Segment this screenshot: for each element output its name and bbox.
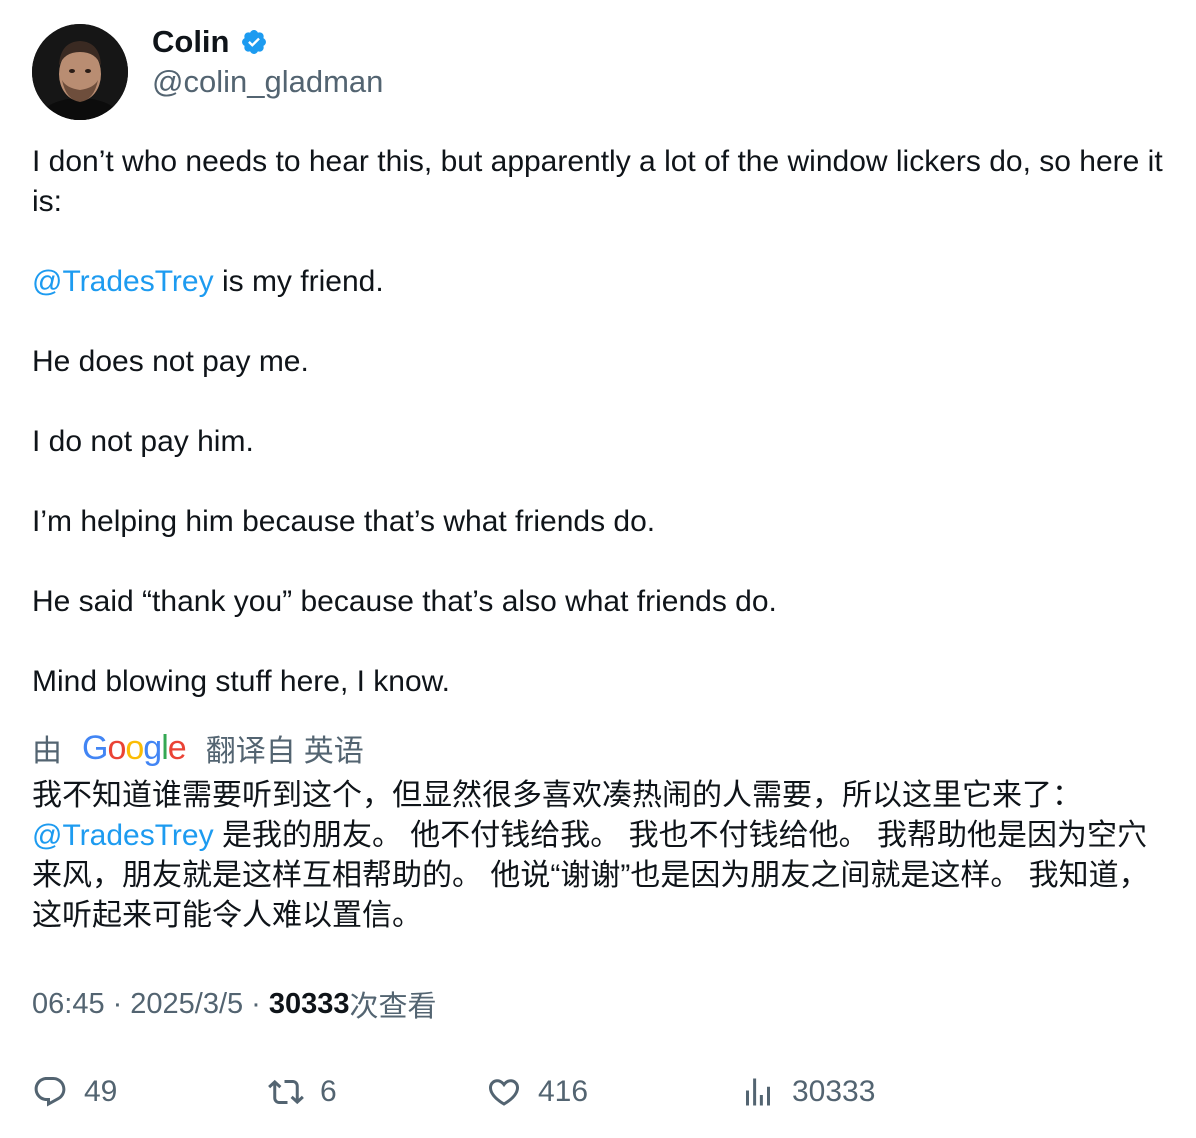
tweet-line: Mind blowing stuff here, I know.	[32, 665, 451, 698]
tweet-line: @TradesTrey is my friend.	[32, 262, 1172, 302]
tweet-meta: 06:45 · 2025/3/5 · 30333 次查看	[32, 984, 436, 1024]
views-label: 次查看	[349, 991, 437, 1023]
mention-link[interactable]: @TradesTrey	[32, 819, 214, 852]
source-language: 英语	[303, 735, 364, 768]
reply-icon	[34, 1077, 66, 1107]
translated-by-prefix: 由	[32, 735, 62, 768]
tweet-line: I don’t who needs to hear this, but appa…	[32, 145, 1163, 218]
google-logo: Google	[82, 729, 187, 767]
verified-badge-icon[interactable]	[240, 28, 268, 56]
retweet-button[interactable]: 6	[268, 1070, 337, 1114]
tweet-actions: 49 6 416 30333	[32, 1070, 1172, 1114]
retweet-icon	[268, 1079, 304, 1105]
tweet-date[interactable]: 2025/3/5	[130, 988, 243, 1021]
meta-separator: ·	[112, 987, 123, 1020]
retweet-count: 6	[320, 1075, 337, 1108]
views-button[interactable]: 30333	[740, 1070, 875, 1114]
translation-part: 我不知道谁需要听到这个，但显然很多喜欢凑热闹的人需要，所以这里它来了：	[32, 779, 1082, 812]
tweet-text: I don’t who needs to hear this, but appa…	[32, 142, 1172, 702]
reply-button[interactable]: 49	[32, 1070, 117, 1114]
tweet-line: He does not pay me.	[32, 345, 309, 378]
tweet-line: I do not pay him.	[32, 425, 254, 458]
avatar-image	[32, 24, 128, 120]
views-count: 30333	[268, 987, 350, 1020]
tweet-line: I’m helping him because that’s what frie…	[32, 505, 656, 538]
author-display-name[interactable]: Colin	[152, 22, 230, 62]
author-name-row: Colin	[152, 22, 268, 62]
author-handle[interactable]: @colin_gladman	[152, 62, 383, 102]
tweet-line: He said “thank you” because that’s also …	[32, 585, 777, 618]
tweet-time[interactable]: 06:45	[32, 988, 105, 1021]
reply-count: 49	[84, 1075, 118, 1108]
mention-link[interactable]: @TradesTrey	[32, 265, 214, 298]
like-count: 416	[538, 1075, 589, 1108]
translated-from-label: 翻译自	[205, 735, 296, 768]
analytics-icon	[746, 1078, 770, 1106]
like-button[interactable]: 416	[486, 1070, 588, 1114]
translation-attribution: 由 Google 翻译自 英语	[32, 728, 364, 768]
meta-separator: ·	[251, 987, 261, 1020]
translation-text: 我不知道谁需要听到这个，但显然很多喜欢凑热闹的人需要，所以这里它来了： @Trad…	[32, 776, 1172, 936]
tweet-line-rest: is my friend.	[213, 265, 384, 298]
avatar[interactable]	[32, 24, 128, 120]
views-action-count: 30333	[792, 1075, 876, 1108]
heart-icon	[488, 1079, 520, 1106]
